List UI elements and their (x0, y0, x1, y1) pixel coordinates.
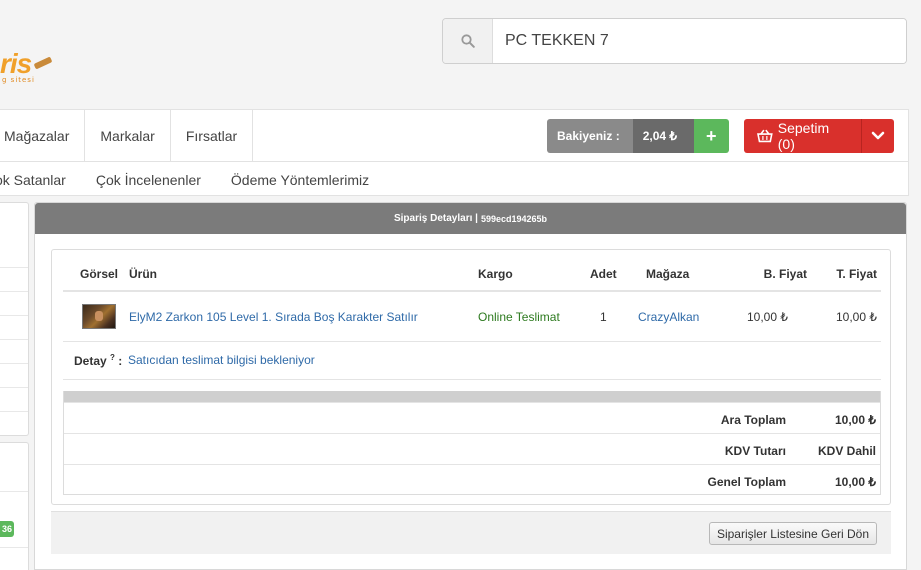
nav-item-brands[interactable]: Markalar (85, 110, 171, 161)
column-header-product: Ürün (129, 267, 157, 281)
delivery-detail-row: Detay ? : Satıcıdan teslimat bilgisi bek… (63, 342, 881, 380)
summary-value: KDV Dahil (817, 444, 876, 458)
table-row: ElyM2 Zarkon 105 Level 1. Sırada Boş Kar… (63, 292, 881, 342)
logo-pen-icon (33, 56, 53, 70)
order-actions-bar: Siparişler Listesine Geri Dön (51, 511, 891, 554)
column-header-image: Görsel (80, 267, 119, 281)
plus-icon: + (705, 125, 717, 146)
column-header-total-price: T. Fiyat (836, 267, 877, 281)
sidebar-divider (0, 491, 28, 492)
left-sidebar-panel (0, 202, 29, 436)
nav-item-best-sellers[interactable]: ok Satanlar (0, 172, 81, 188)
total-price: 10,00 ₺ (836, 310, 877, 324)
sidebar-divider (0, 267, 28, 268)
search-button[interactable] (443, 19, 493, 63)
nav-item-deals[interactable]: Fırsatlar (171, 110, 254, 161)
basket-icon (757, 129, 773, 143)
order-items-box: Görsel Ürün Kargo Adet Mağaza B. Fiyat T… (51, 249, 891, 505)
site-logo[interactable]: ris g sitesi (0, 48, 60, 88)
nav-item-payment-methods[interactable]: Ödeme Yöntemlerimiz (216, 172, 384, 188)
order-id: 599ecd194265b (480, 213, 547, 224)
sidebar-divider (0, 411, 28, 412)
product-thumbnail[interactable] (82, 304, 116, 329)
nav-bottom-row: ok Satanlar Çok İncelenenler Ödeme Yönte… (0, 162, 384, 197)
search-icon (460, 34, 475, 48)
column-header-qty: Adet (590, 267, 617, 281)
balance-widget: Bakiyeniz : 2,04 ₺ + (547, 119, 729, 153)
column-header-store: Mağaza (646, 267, 690, 281)
cart-button[interactable]: Sepetim (0) (744, 119, 862, 153)
delivery-status-text: Satıcıdan teslimat bilgisi bekleniyor (128, 353, 315, 367)
table-header-row: Görsel Ürün Kargo Adet Mağaza B. Fiyat T… (63, 250, 881, 292)
shipping-type: Online Teslimat (478, 310, 560, 324)
sidebar-divider (0, 315, 28, 316)
unit-price: 10,00 ₺ (747, 310, 788, 324)
search-bar (442, 18, 907, 64)
summary-row-subtotal: Ara Toplam 10,00 ₺ (64, 402, 880, 433)
column-header-shipping: Kargo (478, 267, 513, 281)
item-qty: 1 (600, 310, 607, 324)
summary-label: Ara Toplam (720, 413, 786, 427)
help-icon[interactable]: ? (110, 353, 115, 362)
sidebar-count-badge: 36 (0, 521, 14, 537)
sidebar-divider (0, 363, 28, 364)
sidebar-divider (0, 387, 28, 388)
chevron-down-icon (871, 131, 885, 140)
back-to-orders-button[interactable]: Siparişler Listesine Geri Dön (708, 522, 877, 545)
sidebar-divider (0, 291, 28, 292)
add-balance-button[interactable]: + (693, 119, 729, 153)
sidebar-divider (0, 339, 28, 340)
order-details-header: Sipariş Detayları | 599ecd194265b (35, 203, 906, 234)
cart-label: Sepetim (0) (777, 120, 830, 152)
order-details-panel: Sipariş Detayları | 599ecd194265b Görsel… (34, 202, 907, 570)
balance-value: 2,04 ₺ (632, 119, 694, 153)
summary-row-tax: KDV Tutarı KDV Dahil (64, 433, 880, 464)
left-sidebar-panel-2: 36 (0, 442, 29, 570)
sidebar-divider (0, 547, 28, 548)
balance-label: Bakiyeniz : (547, 119, 633, 153)
nav-top-row: Mağazalar Markalar Fırsatlar (0, 110, 254, 161)
detail-label: Detay ? : (74, 353, 123, 368)
cart-dropdown-toggle[interactable] (862, 119, 894, 153)
logo-subtext: g sitesi (2, 76, 35, 84)
summary-value: 10,00 ₺ (835, 413, 876, 427)
search-input[interactable] (493, 19, 906, 63)
cart-widget: Sepetim (0) (744, 119, 894, 153)
main-navigation: Mağazalar Markalar Fırsatlar Bakiyeniz :… (0, 109, 909, 196)
summary-value: 10,00 ₺ (835, 475, 876, 489)
nav-item-stores[interactable]: Mağazalar (0, 110, 86, 161)
nav-item-most-reviewed[interactable]: Çok İncelenenler (81, 172, 216, 188)
summary-label: KDV Tutarı (724, 444, 786, 458)
product-link[interactable]: ElyM2 Zarkon 105 Level 1. Sırada Boş Kar… (129, 310, 418, 324)
order-details-title: Sipariş Detayları | (393, 213, 478, 224)
summary-row-grand-total: Genel Toplam 10,00 ₺ (64, 464, 880, 495)
store-link[interactable]: CrazyAlkan (638, 310, 699, 324)
column-header-unit-price: B. Fiyat (763, 267, 807, 281)
summary-label: Genel Toplam (707, 475, 786, 489)
summary-header-bar (64, 391, 880, 402)
order-summary: Ara Toplam 10,00 ₺ KDV Tutarı KDV Dahil … (63, 391, 881, 495)
